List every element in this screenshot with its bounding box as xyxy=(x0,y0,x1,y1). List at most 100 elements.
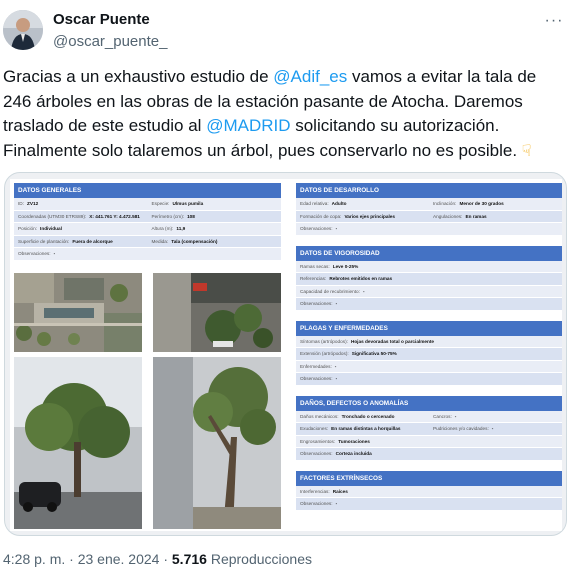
field-value: - xyxy=(334,363,337,369)
field-value: Ulmus pumila xyxy=(172,201,204,207)
field-value: - xyxy=(335,501,338,507)
field-value: Rebrotes emitidos en ramas xyxy=(329,276,393,282)
field-value: Menor de 30 grados xyxy=(459,201,504,207)
table-row: Coordenadas (UTM30 ETRS89): X: 441.761 Y:… xyxy=(14,210,281,223)
field-value: 108 xyxy=(187,213,195,219)
field-label: Formación de copa: xyxy=(300,213,342,219)
table-row: Observaciones: - xyxy=(296,298,562,311)
table-row: Edad relativa: Adulto Inclinación: Menor d… xyxy=(296,198,562,211)
table-row: Extensión (artrópodos): Significativa 50-… xyxy=(296,348,562,361)
table-row: Observaciones: - xyxy=(296,498,562,511)
field-value: Adulto xyxy=(331,201,347,207)
field-value: Fuera de alcorque xyxy=(72,238,113,244)
general-data-section: DATOS GENERALES ID: ZV12 Especie: Ulmus pu… xyxy=(14,183,281,261)
table-row: Capacidad de recubrimiento: - xyxy=(296,285,562,298)
field-value: ZV12 xyxy=(27,201,39,207)
table-row: Referencias: Rebrotes emitidos en ramas xyxy=(296,273,562,286)
field-label: Observaciones: xyxy=(300,501,333,507)
tweet-image[interactable]: DATOS GENERALES ID: ZV12 Especie: Ulmus pu… xyxy=(4,172,567,536)
field-label: Referencias: xyxy=(300,276,327,282)
field-label: Interferencias: xyxy=(300,488,330,494)
field-value: En ramas distintas a horquillas xyxy=(331,426,401,432)
aerial-photo-closeup xyxy=(153,273,281,352)
tree-photo-trunk xyxy=(153,357,281,529)
table-row: Enfermedades: - xyxy=(296,360,562,373)
field-value: Significativa 50-75% xyxy=(351,351,397,357)
avatar-image xyxy=(3,10,43,50)
views-count: 5.716 xyxy=(171,551,207,567)
field-value: Raíces xyxy=(332,488,348,494)
field-value: Varios ejes principales xyxy=(344,213,395,219)
tweet-metadata: 4:28 p. m. · 23 ene. 2024 · 5.716 Reprod… xyxy=(3,551,312,567)
timestamp-link[interactable]: 4:28 p. m. · 23 ene. 2024 · xyxy=(3,551,172,567)
section-title: PLAGAS Y ENFERMEDADES xyxy=(296,320,562,336)
table-row: Daños mecánicos: Tronchado o cercenado Ca… xyxy=(296,410,562,423)
more-options-icon[interactable]: ··· xyxy=(543,10,565,32)
field-label: Engrosamientos: xyxy=(300,438,336,444)
field-label: Observaciones: xyxy=(300,451,333,457)
tree-photo-front xyxy=(14,357,142,529)
field-label: Superficie de plantación: xyxy=(18,238,70,244)
user-display-name[interactable]: Oscar Puente xyxy=(53,11,150,28)
field-label: Observaciones: xyxy=(300,301,333,307)
field-value: Corteza incluida xyxy=(335,451,372,457)
field-value: Tumoraciones xyxy=(338,438,370,444)
field-label: Cancros: xyxy=(433,413,452,419)
field-label: Coordenadas (UTM30 ETRS89): xyxy=(18,213,87,219)
field-label: Ramas secas: xyxy=(300,263,330,269)
field-label: Observaciones: xyxy=(300,376,333,382)
field-label: Perímetro (cm): xyxy=(151,213,185,219)
field-label: Exudaciones: xyxy=(300,426,329,432)
field-value: - xyxy=(491,426,494,432)
table-row: Síntomas (artrópodos): Hojas devoradas to… xyxy=(296,335,562,348)
field-value: Hojas devoradas total o parcialmente xyxy=(350,338,435,344)
field-value: Individual xyxy=(40,226,62,232)
section-title: DAÑOS, DEFECTOS O ANOMALÍAS xyxy=(296,395,562,411)
field-label: Enfermedades: xyxy=(300,363,332,369)
field-label: Medida: xyxy=(151,238,169,244)
field-value: X: 441.761 Y: 4.472.581 xyxy=(89,213,140,219)
field-label: Extensión (artrópodos): xyxy=(300,351,349,357)
field-label: Daños mecánicos: xyxy=(300,413,339,419)
table-row: Observaciones: Corteza incluida xyxy=(296,448,562,461)
tweet-text-part: Gracias a un exhaustivo estudio de xyxy=(3,67,274,86)
field-value: - xyxy=(362,288,365,294)
tweet-text: Gracias a un exhaustivo estudio de @Adif… xyxy=(3,65,569,164)
field-value: Tronchado o cercenado xyxy=(341,413,395,419)
field-label: Capacidad de recubrimiento: xyxy=(300,288,360,294)
pointing-down-emoji-icon: ☟ xyxy=(521,142,532,160)
field-value: Tala (compensación) xyxy=(171,238,218,244)
tweet-header: Oscar Puente @oscar_puente_ ··· xyxy=(0,0,573,62)
tree-report-document: DATOS GENERALES ID: ZV12 Especie: Ulmus pu… xyxy=(10,179,562,531)
field-value: En ramas xyxy=(465,213,487,219)
table-row: Exudaciones: En ramas distintas a horquil… xyxy=(296,423,562,436)
table-row: Engrosamientos: Tumoraciones xyxy=(296,435,562,448)
table-row: Superficie de plantación: Fuera de alcorq… xyxy=(14,235,281,248)
field-label: Angulaciones: xyxy=(433,213,463,219)
table-row: Observaciones: - xyxy=(296,223,562,236)
field-label: Pudriciones y/o cavidades: xyxy=(433,426,489,432)
field-label: Observaciones: xyxy=(300,226,333,232)
right-report-column: DATOS DE DESARROLLO Edad relativa: Adulto… xyxy=(296,183,562,511)
field-label: Posición: xyxy=(18,226,38,232)
avatar[interactable] xyxy=(3,10,43,50)
field-label: Especie: xyxy=(151,201,170,207)
table-row: Interferencias: Raíces xyxy=(296,485,562,498)
field-value: - xyxy=(335,376,338,382)
field-label: Observaciones: xyxy=(18,251,51,257)
mention-link-madrid[interactable]: @MADRID xyxy=(206,116,290,135)
field-value: - xyxy=(335,226,338,232)
field-value: - xyxy=(53,251,56,257)
field-label: ID: xyxy=(18,201,24,207)
section-title: FACTORES EXTRÍNSECOS xyxy=(296,470,562,486)
section-title: DATOS DE VIGOROSIDAD xyxy=(296,245,562,261)
mention-link-adif[interactable]: @Adif_es xyxy=(273,67,347,86)
field-label: Síntomas (artrópodos): xyxy=(300,338,348,344)
field-value: - xyxy=(454,413,457,419)
tree-photos xyxy=(14,273,281,529)
table-row: ID: ZV12 Especie: Ulmus pumila xyxy=(14,198,281,211)
field-label: Inclinación: xyxy=(433,201,457,207)
field-label: Altura (m): xyxy=(151,226,174,232)
user-handle[interactable]: @oscar_puente_ xyxy=(53,33,167,50)
field-value: 11,9 xyxy=(176,226,186,232)
